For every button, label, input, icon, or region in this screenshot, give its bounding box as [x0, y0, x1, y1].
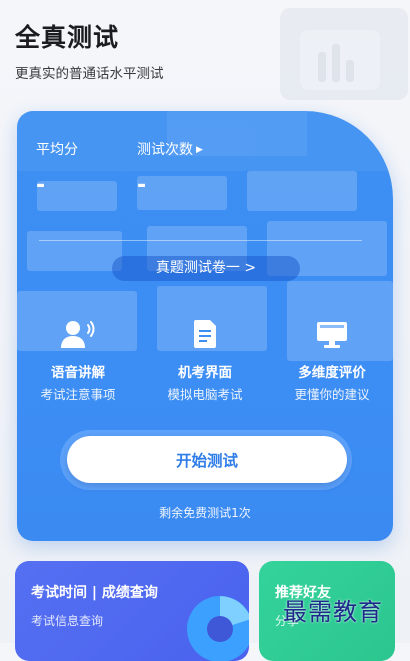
average-score-label: 平均分	[36, 142, 78, 158]
decorative-chart-illustration	[280, 8, 408, 100]
exam-info-card[interactable]: 考试时间 | 成绩查询 考试信息查询	[15, 561, 249, 661]
page-subtitle: 更真实的普通话水平测试	[15, 66, 164, 82]
exam-card-subtitle: 考试信息查询	[31, 614, 104, 628]
exam-card-title: 考试时间 | 成绩查询	[31, 585, 158, 601]
feature-voice-explain[interactable]: 语音讲解 考试注意事项	[23, 317, 133, 403]
feature-subtitle: 模拟电脑考试	[167, 387, 243, 402]
caret-right-icon: ▶	[196, 145, 203, 155]
document-icon	[194, 320, 216, 348]
feature-computer-exam[interactable]: 机考界面 模拟电脑考试	[150, 317, 260, 403]
test-count-label[interactable]: 测试次数 ▶	[137, 139, 203, 159]
test-main-card: 平均分 测试次数 ▶ - - 真题测试卷一 > 语音讲解 考试注意事项 机考界面…	[17, 111, 393, 541]
person-voice-icon	[61, 321, 95, 348]
monitor-icon	[317, 322, 347, 348]
pie-chart-icon	[187, 596, 249, 661]
free-tests-remaining: 剩余免费测试1次	[159, 506, 251, 520]
divider	[39, 240, 362, 241]
feature-title: 机考界面	[178, 365, 232, 381]
paper-selector-button[interactable]: 真题测试卷一 >	[112, 256, 300, 281]
feature-subtitle: 更懂你的建议	[294, 387, 370, 402]
start-test-button[interactable]: 开始测试	[67, 436, 347, 483]
average-score-value: -	[36, 173, 46, 198]
test-count-value: -	[137, 173, 147, 198]
feature-title: 多维度评价	[298, 365, 366, 381]
feature-title: 语音讲解	[51, 365, 105, 381]
page-title: 全真测试	[15, 23, 120, 52]
brand-watermark: 最需教育	[283, 598, 383, 626]
feature-multi-evaluation[interactable]: 多维度评价 更懂你的建议	[277, 317, 387, 403]
feature-subtitle: 考试注意事项	[40, 387, 116, 402]
